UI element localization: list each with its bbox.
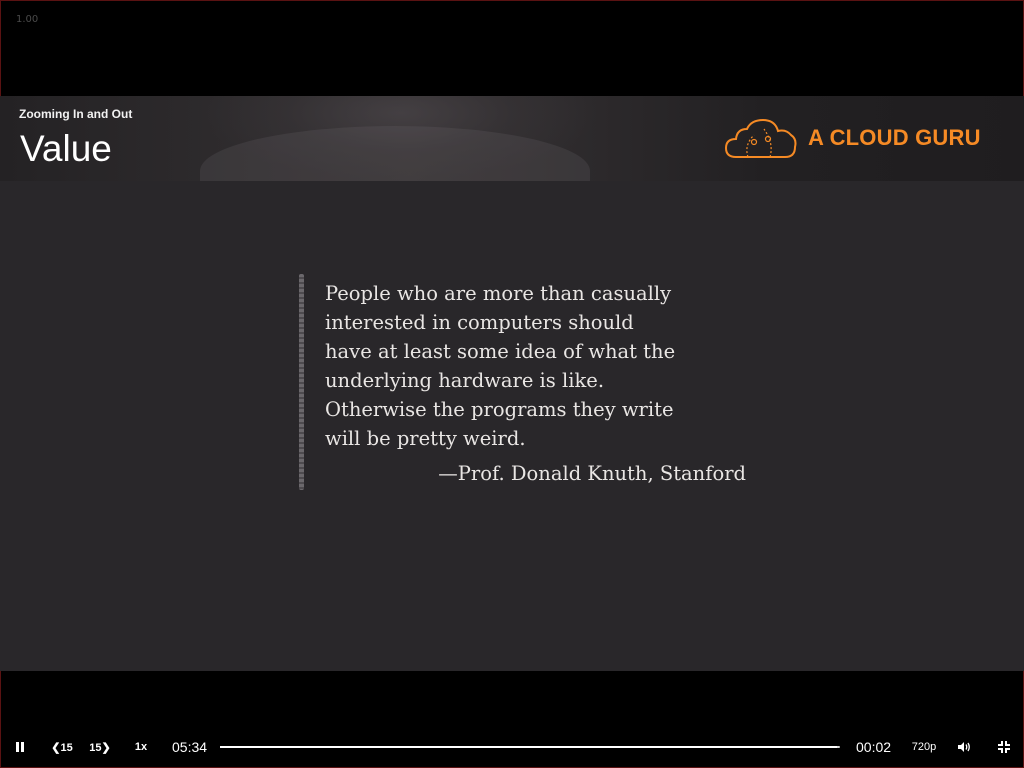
skip-back-15-button[interactable]: ❮15 bbox=[48, 730, 76, 764]
quote-line: have at least some idea of what the bbox=[325, 340, 676, 363]
quality-button[interactable]: 720p bbox=[908, 730, 940, 764]
elapsed-time: 05:34 bbox=[172, 739, 208, 755]
exit-fullscreen-button[interactable] bbox=[994, 730, 1014, 764]
quote-bar bbox=[299, 274, 304, 490]
player-controls: ❮15 15❯ 1x 05:34 00:02 720p bbox=[0, 730, 1024, 764]
quote-attribution: —Prof. Donald Knuth, Stanford bbox=[438, 462, 746, 485]
pause-button[interactable] bbox=[10, 730, 30, 764]
brand-name: A CLOUD GURU bbox=[808, 125, 981, 150]
quote-line: underlying hardware is like. bbox=[325, 369, 605, 392]
slide-header: Zooming In and Out Value A CLOUD GURU bbox=[0, 96, 1024, 181]
course-section-title: Zooming In and Out bbox=[19, 107, 133, 121]
video-area[interactable]: Zooming In and Out Value A CLOUD GURU Pe… bbox=[0, 96, 1024, 671]
brand-logo: A CLOUD GURU bbox=[724, 116, 981, 160]
exit-fullscreen-icon bbox=[998, 741, 1010, 753]
zoom-readout: 1.00 bbox=[16, 14, 39, 25]
playback-speed-button[interactable]: 1x bbox=[130, 730, 152, 764]
volume-button[interactable] bbox=[954, 730, 974, 764]
quote-line: People who are more than casually bbox=[325, 282, 672, 305]
quote-text: People who are more than casually intere… bbox=[325, 279, 765, 453]
skip-forward-15-button[interactable]: 15❯ bbox=[86, 730, 114, 764]
seek-bar-progress bbox=[220, 746, 837, 748]
quote-line: Otherwise the programs they write bbox=[325, 398, 674, 421]
cloud-icon bbox=[724, 118, 797, 158]
slide-title: Value bbox=[20, 128, 112, 169]
pause-icon bbox=[16, 742, 19, 752]
remaining-time: 00:02 bbox=[856, 739, 892, 755]
quote-line: will be pretty weird. bbox=[325, 427, 526, 450]
pause-icon bbox=[21, 742, 24, 752]
seek-bar[interactable] bbox=[220, 746, 840, 748]
quote-line: interested in computers should bbox=[325, 311, 634, 334]
volume-icon bbox=[958, 742, 970, 752]
